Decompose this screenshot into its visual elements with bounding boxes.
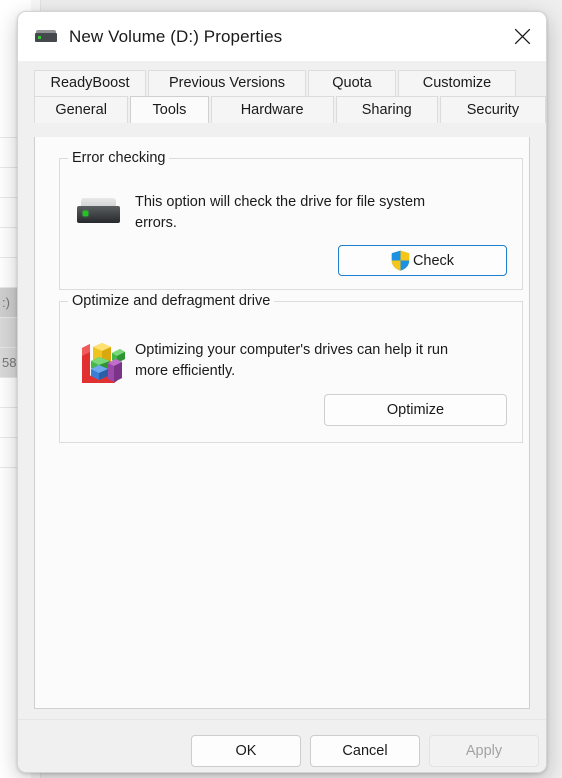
tab-readyboost[interactable]: ReadyBoost: [34, 70, 146, 96]
tab-sharing[interactable]: Sharing: [335, 96, 438, 123]
check-button[interactable]: Check: [338, 245, 507, 276]
tab-security[interactable]: Security: [439, 96, 546, 123]
tab-content-panel: Error checking This option will check th…: [34, 137, 530, 709]
error-checking-description: This option will check the drive for fil…: [135, 194, 426, 231]
uac-shield-icon: [391, 250, 410, 271]
dialog-title: New Volume (D:) Properties: [69, 26, 283, 46]
tab-quota[interactable]: Quota: [308, 70, 396, 96]
tab-general[interactable]: General: [34, 96, 129, 123]
tab-row-top: ReadyBoost Previous Versions Quota Custo…: [34, 70, 546, 96]
dialog-titlebar: New Volume (D:) Properties: [18, 12, 546, 61]
tab-row-bottom: General Tools Hardware Sharing Security: [34, 96, 546, 123]
group-error-checking-legend: Error checking: [68, 150, 170, 166]
check-button-label: Check: [412, 252, 455, 269]
hard-drive-icon: [77, 198, 120, 226]
tab-hardware[interactable]: Hardware: [210, 96, 334, 123]
properties-dialog: New Volume (D:) Properties ReadyBoost Pr…: [17, 11, 547, 773]
group-error-checking: Error checking This option will check th…: [59, 150, 523, 290]
defragment-blocks-icon: [74, 336, 126, 388]
optimize-button-label: Optimize: [386, 402, 445, 418]
tab-customize[interactable]: Customize: [398, 70, 516, 96]
ok-button[interactable]: OK: [191, 735, 301, 767]
group-optimize-drive: Optimize and defragment drive Optimizing…: [59, 293, 523, 443]
dialog-button-bar: OK Cancel Apply: [18, 719, 546, 772]
cancel-button[interactable]: Cancel: [310, 735, 420, 767]
apply-button: Apply: [429, 735, 539, 767]
tab-strip: ReadyBoost Previous Versions Quota Custo…: [18, 61, 546, 123]
group-optimize-drive-legend: Optimize and defragment drive: [68, 293, 275, 309]
hard-drive-icon: [35, 29, 57, 44]
tab-previous-versions[interactable]: Previous Versions: [148, 70, 306, 96]
tab-tools[interactable]: Tools: [130, 96, 209, 123]
optimize-button[interactable]: Optimize: [324, 394, 507, 426]
close-icon[interactable]: [499, 12, 546, 61]
optimize-description: Optimizing your computer's drives can he…: [135, 342, 449, 379]
